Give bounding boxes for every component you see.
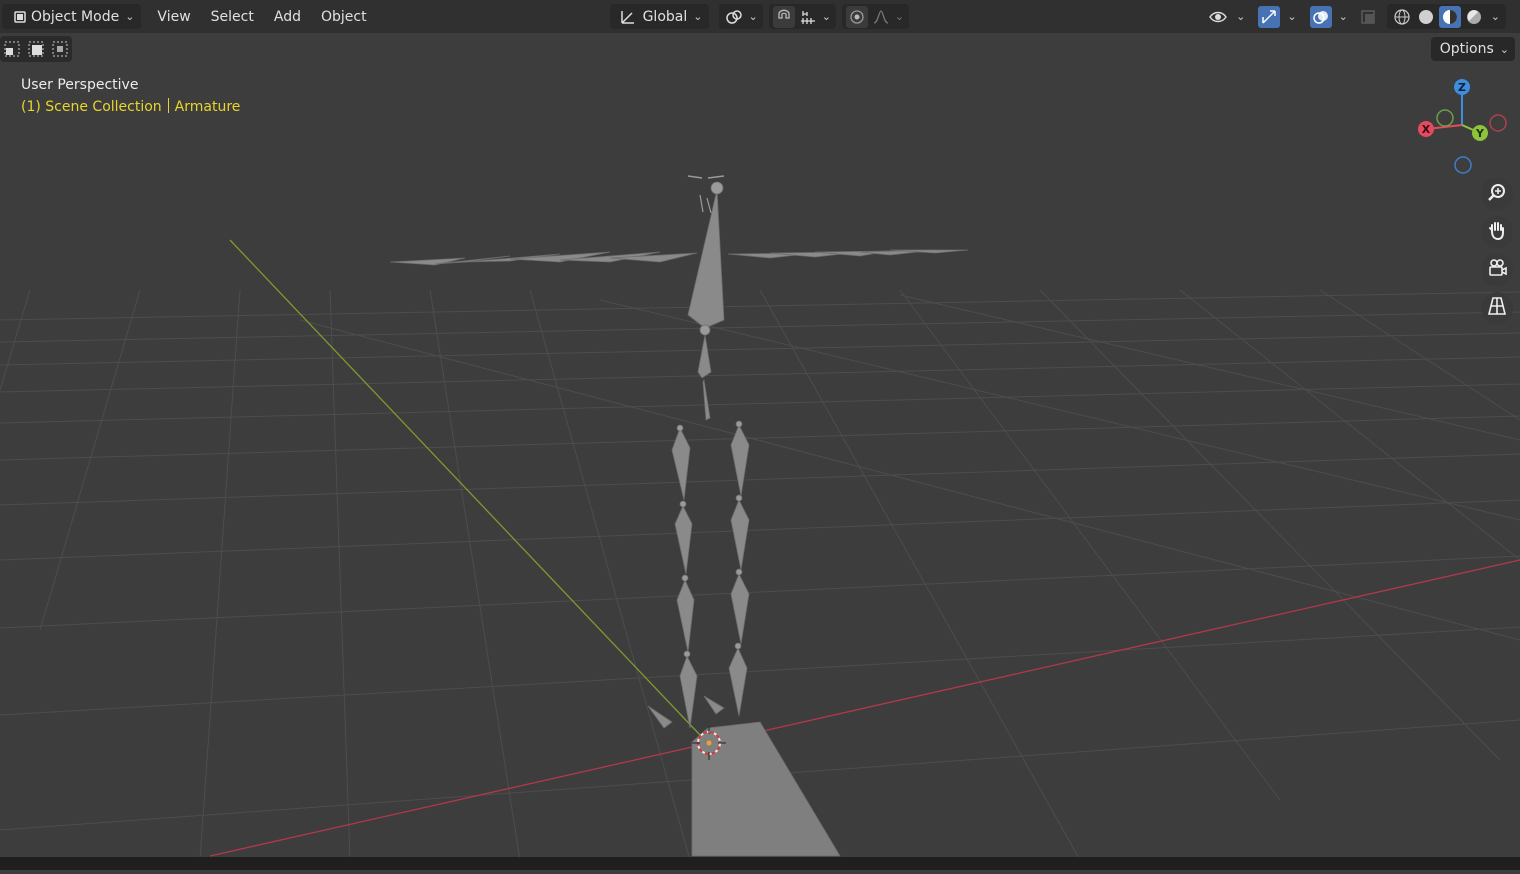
svg-text:X: X (1422, 123, 1431, 136)
selection-mode-bar (0, 36, 72, 62)
svg-text:Z: Z (1458, 81, 1466, 94)
shading-mode-group: ⌄ (1386, 4, 1506, 29)
proportional-edit-icon[interactable] (845, 5, 868, 28)
y-axis-line (229, 239, 701, 736)
transform-orientation-dropdown[interactable]: Global ⌄ (609, 4, 710, 29)
chevron-down-icon: ⌄ (1236, 10, 1246, 23)
chevron-down-icon[interactable]: ⌄ (1491, 10, 1500, 23)
snap-magnet-icon[interactable] (772, 5, 795, 28)
collection-line: (1) Scene Collection Armature (21, 96, 240, 118)
selectability-eye-icon (1207, 6, 1229, 28)
neg-y-axis-handle[interactable] (1436, 109, 1454, 127)
chevron-down-icon: ⌄ (748, 10, 758, 23)
zoom-icon (1486, 181, 1508, 207)
menu-select[interactable]: Select (201, 4, 264, 29)
snapping-controls: ⌄ (768, 4, 836, 29)
right-leg-bones[interactable] (728, 420, 750, 717)
overlays-toggle-group[interactable]: ⌄ (1306, 4, 1351, 29)
select-box-new-icon[interactable] (1, 38, 23, 60)
menu-view[interactable]: View (147, 4, 200, 29)
chevron-down-icon: ⌄ (125, 10, 135, 23)
root-bone[interactable] (691, 721, 841, 857)
zoom-button[interactable] (1481, 178, 1513, 210)
head-joint[interactable] (710, 181, 724, 195)
falloff-curve-icon[interactable] (870, 6, 892, 28)
chevron-down-icon: ⌄ (1499, 42, 1509, 56)
gizmo-toggle-icon[interactable] (1258, 5, 1281, 28)
active-object-label: Armature (174, 99, 241, 115)
separator (167, 98, 169, 113)
chevron-down-icon[interactable]: ⌄ (895, 10, 904, 23)
chevron-down-icon: ⌄ (693, 10, 703, 23)
mode-label: Object Mode (31, 8, 120, 25)
pan-hand-icon (1486, 219, 1508, 245)
menu-object[interactable]: Object (311, 4, 377, 29)
ortho-grid-icon (1486, 295, 1508, 321)
pelvis-bone[interactable] (697, 334, 712, 379)
rendered-shading-icon[interactable] (1463, 6, 1485, 28)
z-axis-handle[interactable]: Z (1454, 79, 1470, 95)
y-axis-handle[interactable]: Y (1472, 125, 1488, 141)
3d-viewport[interactable] (0, 0, 1520, 870)
armature-object[interactable] (389, 175, 969, 857)
collection-label: (1) Scene Collection (21, 99, 162, 115)
select-box-subtract-icon[interactable] (49, 38, 71, 60)
view-name: User Perspective (21, 77, 139, 93)
overlays-toggle-icon[interactable] (1309, 5, 1332, 28)
camera-view-icon (1486, 257, 1508, 283)
pan-button[interactable] (1481, 216, 1513, 248)
xray-toggle-icon[interactable] (1357, 6, 1379, 28)
left-leg-bones[interactable] (671, 424, 698, 729)
viewport-header: Object Mode ⌄ View Select Add Object Glo… (0, 0, 1520, 33)
navigation-gizmo[interactable]: Z X Y (1405, 70, 1520, 182)
pivot-point-icon (723, 6, 745, 28)
viewport-info: User Perspective (1) Scene Collection Arm… (21, 74, 240, 118)
spine-bone[interactable] (687, 189, 725, 329)
camera-view-button[interactable] (1481, 254, 1513, 286)
right-arm-bones[interactable] (727, 249, 969, 259)
chevron-down-icon[interactable]: ⌄ (822, 10, 831, 23)
options-label: Options (1439, 41, 1494, 57)
selectability-dropdown[interactable]: ⌄ (1203, 4, 1248, 29)
svg-text:Y: Y (1475, 127, 1485, 140)
neg-x-axis-handle[interactable] (1489, 114, 1507, 132)
pivot-point-dropdown[interactable]: ⌄ (719, 4, 763, 29)
transform-orientation-icon (617, 6, 639, 28)
solid-shading-icon[interactable] (1415, 6, 1437, 28)
neg-z-axis-handle[interactable] (1454, 156, 1472, 174)
hip-joint[interactable] (699, 324, 711, 336)
proportional-editing-controls: ⌄ (841, 4, 910, 29)
menu-add[interactable]: Add (264, 4, 311, 29)
viewport-scene[interactable] (0, 0, 1520, 870)
right-foot-bone[interactable] (703, 695, 725, 715)
x-axis-handle[interactable]: X (1418, 121, 1434, 137)
left-arm-bones[interactable] (389, 251, 698, 266)
pelvis-tail-bone[interactable] (702, 378, 711, 421)
object-mode-icon (9, 6, 31, 28)
orientation-label: Global (642, 8, 688, 25)
gizmo-toggle-group[interactable]: ⌄ (1254, 4, 1299, 29)
chevron-down-icon[interactable]: ⌄ (1339, 10, 1348, 23)
chevron-down-icon[interactable]: ⌄ (1287, 10, 1296, 23)
status-bar (0, 857, 1520, 870)
x-axis-line (209, 559, 1520, 857)
mode-selector[interactable]: Object Mode ⌄ (2, 4, 142, 29)
material-preview-icon[interactable] (1438, 5, 1461, 28)
ortho-toggle-button[interactable] (1481, 292, 1513, 324)
options-dropdown[interactable]: Options ⌄ (1430, 37, 1515, 61)
select-box-extend-icon[interactable] (25, 38, 47, 60)
wireframe-shading-icon[interactable] (1391, 6, 1413, 28)
snap-increment-icon[interactable] (797, 6, 819, 28)
